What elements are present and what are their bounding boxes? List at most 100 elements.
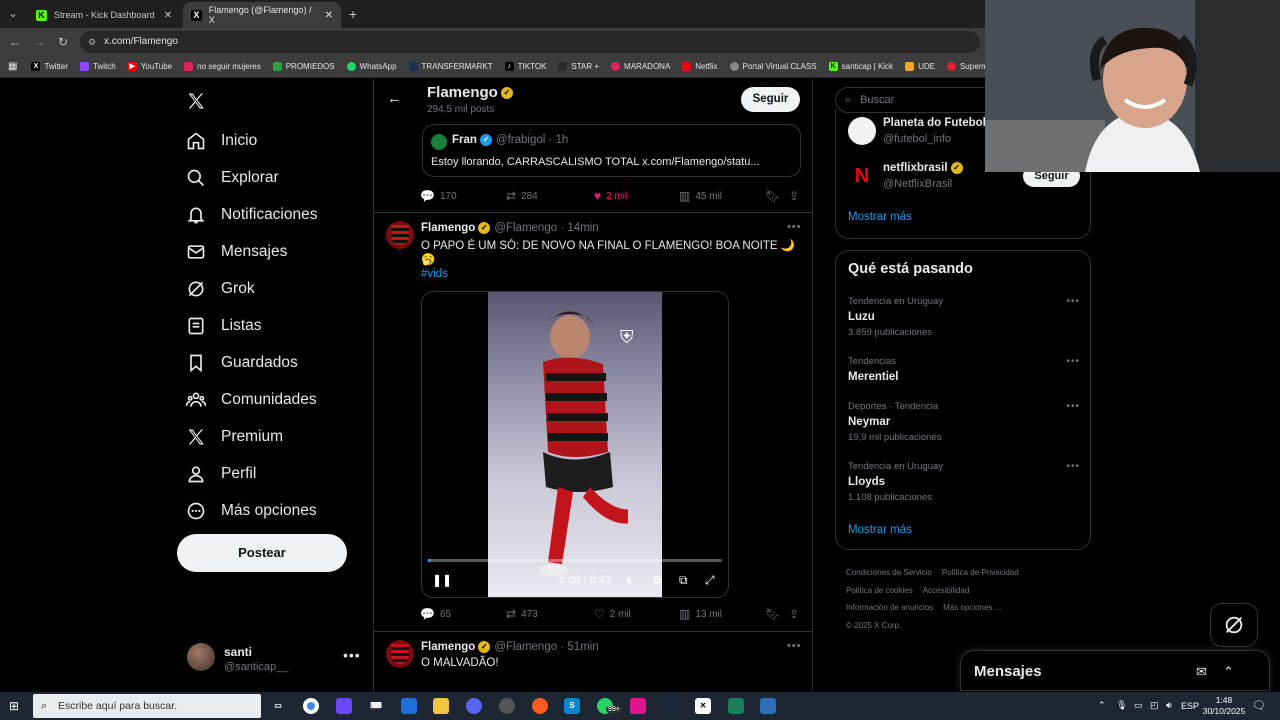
tab-kick-dashboard[interactable]: K Stream - Kick Dashboard ✕ bbox=[28, 2, 180, 28]
reload-icon[interactable]: ↻ bbox=[54, 33, 72, 51]
post-button[interactable]: Postear bbox=[177, 534, 347, 572]
pause-button[interactable]: ❚❚ bbox=[432, 573, 452, 587]
more-icon[interactable]: ••• bbox=[1066, 401, 1080, 412]
nav-listas[interactable]: Listas bbox=[185, 311, 262, 341]
nav-notificaciones[interactable]: Notificaciones bbox=[185, 200, 318, 230]
trend-item[interactable]: Tendencia en Uruguay Lloyds 1.108 public… bbox=[848, 461, 1080, 503]
follow-button[interactable]: Seguir bbox=[741, 87, 800, 112]
bookmark-netflix[interactable]: Netflix bbox=[682, 62, 718, 71]
views-button[interactable]: ▥ 45 mil bbox=[679, 189, 722, 203]
show-more-link[interactable]: Mostrar más bbox=[848, 524, 912, 536]
bookmark-tiktok[interactable]: ♪ TIKTOK bbox=[504, 62, 546, 71]
bookmark-button[interactable]: 🔖︎ bbox=[765, 607, 780, 621]
x-home-logo[interactable] bbox=[185, 86, 207, 116]
bookmark-no-seguir[interactable]: no seguir mujeres bbox=[184, 62, 261, 71]
close-tab-icon[interactable]: ✕ bbox=[164, 10, 172, 21]
cookies-link[interactable]: Política de cookies bbox=[846, 586, 913, 595]
accessibility-link[interactable]: Accesibilidad bbox=[923, 586, 970, 595]
show-more-link[interactable]: Mostrar más bbox=[848, 211, 912, 223]
tweet[interactable]: Flamengo ✓ @Flamengo · 14min ••• O PAPO É … bbox=[374, 213, 812, 631]
nav-explorar[interactable]: Explorar bbox=[185, 163, 279, 193]
trend-item[interactable]: Tendencias Merentiel ••• bbox=[848, 356, 1080, 383]
app-pink-icon[interactable] bbox=[630, 698, 646, 714]
bookmark-ude[interactable]: UDE bbox=[905, 62, 935, 71]
nav-comunidades[interactable]: Comunidades bbox=[185, 385, 317, 415]
bookmark-santicap-kick[interactable]: Ksanticap | Kick bbox=[828, 62, 893, 71]
more-icon[interactable]: ••• bbox=[787, 640, 802, 652]
nav-guardados[interactable]: Guardados bbox=[185, 348, 298, 378]
forward-arrow-icon[interactable]: → bbox=[30, 33, 48, 51]
url-field[interactable]: ⚙ x.com/Flamengo bbox=[80, 31, 980, 53]
new-message-icon[interactable]: ✉ bbox=[1196, 664, 1207, 680]
close-tab-icon[interactable]: ✕ bbox=[325, 10, 333, 21]
back-arrow-icon[interactable]: ← bbox=[6, 33, 24, 51]
clock[interactable]: 1:48 30/10/2025 bbox=[1202, 695, 1246, 717]
site-info-icon[interactable]: ⚙ bbox=[88, 31, 96, 53]
fullscreen-icon[interactable]: ⤢ bbox=[705, 573, 715, 588]
folder-icon[interactable] bbox=[433, 698, 449, 714]
app-green-icon[interactable] bbox=[728, 698, 744, 714]
grok-button[interactable] bbox=[1210, 603, 1258, 647]
back-arrow-icon[interactable]: ← bbox=[387, 90, 402, 107]
mic-icon[interactable]: 🎙︎ bbox=[1116, 700, 1127, 711]
obs-icon[interactable] bbox=[499, 698, 515, 714]
language-indicator[interactable]: ESP bbox=[1181, 701, 1199, 711]
nav-mensajes[interactable]: Mensajes bbox=[185, 237, 287, 267]
shield-icon[interactable] bbox=[760, 698, 776, 714]
mute-button[interactable]: 🔇︎ bbox=[626, 573, 634, 588]
chevron-up-icon[interactable]: ⌃ bbox=[1098, 700, 1106, 711]
windows-start-icon[interactable]: ⊞ bbox=[9, 699, 23, 713]
new-tab-icon[interactable]: + bbox=[343, 4, 363, 24]
volume-icon[interactable]: 🔊︎ bbox=[1166, 700, 1172, 711]
app-orange-icon[interactable] bbox=[532, 698, 548, 714]
network-icon[interactable]: ◰ bbox=[1150, 700, 1159, 711]
account-switcher[interactable]: santi @santicap__ ••• bbox=[185, 639, 370, 679]
like-button[interactable]: ♥ 2 mil bbox=[594, 189, 627, 203]
like-button[interactable]: ♡ 2 mil bbox=[594, 607, 631, 621]
tweet[interactable]: Flamengo ✓ @Flamengo · 51min ••• O MALVADÃ… bbox=[374, 632, 812, 691]
bookmark-promiedos[interactable]: PROMIEDOS bbox=[272, 62, 335, 71]
chrome-icon[interactable] bbox=[303, 698, 319, 714]
hashtag-link[interactable]: #vids bbox=[421, 268, 448, 280]
share-button[interactable]: ⇪ bbox=[789, 189, 799, 203]
nav-grok[interactable]: Grok bbox=[185, 274, 255, 304]
tab-search-icon[interactable]: ⌄ bbox=[3, 4, 23, 24]
task-view-icon[interactable]: ▭ bbox=[270, 698, 286, 714]
repost-button[interactable]: ⇄ 473 bbox=[506, 607, 538, 621]
more-icon[interactable]: ••• bbox=[1066, 356, 1080, 367]
bookmark-button[interactable]: 🔖︎ bbox=[765, 189, 780, 203]
notifications-icon[interactable]: 🗨︎ bbox=[1252, 699, 1266, 712]
video-player[interactable]: ⛨ ❚❚ 0:00 / 0:43 🔇︎ ⚙ ⧉ ⤢ bbox=[421, 291, 729, 598]
nav-mas-opciones[interactable]: Más opciones bbox=[185, 496, 317, 526]
bookmark-star[interactable]: STAR + bbox=[558, 62, 599, 71]
ads-info-link[interactable]: Información de anuncios bbox=[846, 603, 933, 612]
views-button[interactable]: ▥ 13 mil bbox=[679, 607, 722, 621]
expand-icon[interactable]: ⌃ bbox=[1223, 664, 1234, 680]
apps-icon[interactable]: ▦ bbox=[8, 61, 17, 72]
skype-icon[interactable]: S bbox=[564, 698, 580, 714]
video-progress-bar[interactable] bbox=[428, 559, 722, 562]
privacy-link[interactable]: Política de Privacidad bbox=[942, 568, 1019, 577]
more-icon[interactable]: ••• bbox=[1066, 461, 1080, 472]
picture-in-picture-icon[interactable]: ⧉ bbox=[679, 573, 688, 588]
bookmark-twitch[interactable]: Twitch bbox=[80, 62, 116, 71]
bookmark-portal-class[interactable]: Portal Virtual CLASS bbox=[729, 62, 817, 71]
tab-flamengo[interactable]: X Flamengo (@Flamengo) / X ✕ bbox=[183, 2, 341, 28]
app-icon[interactable]: ⌨ bbox=[368, 698, 384, 714]
more-icon[interactable]: ••• bbox=[343, 647, 361, 663]
reply-button[interactable]: 💬 170 bbox=[420, 189, 457, 203]
more-icon[interactable]: ••• bbox=[787, 221, 802, 233]
bookmark-transfermarkt[interactable]: TRANSFERMARKT bbox=[408, 62, 493, 71]
bookmark-maradona[interactable]: MARADONA bbox=[611, 62, 670, 71]
steam-icon[interactable] bbox=[662, 698, 678, 714]
capcut-icon[interactable]: ✕ bbox=[695, 698, 711, 714]
more-options-link[interactable]: Más opciones ... bbox=[943, 603, 1001, 612]
settings-gear-icon[interactable]: ⚙ bbox=[652, 573, 663, 587]
trend-item[interactable]: Tendencia en Uruguay Luzu 3.859 publicac… bbox=[848, 296, 1080, 338]
share-button[interactable]: ⇪ bbox=[789, 607, 799, 621]
store-icon[interactable] bbox=[401, 698, 417, 714]
nav-inicio[interactable]: Inicio bbox=[185, 126, 257, 156]
quoted-tweet[interactable]: Fran ✓ @frabigol · 1h Estoy llorando, CARR… bbox=[422, 124, 801, 177]
bookmark-twitter[interactable]: X Twitter bbox=[31, 62, 68, 71]
discord-icon[interactable] bbox=[466, 698, 482, 714]
